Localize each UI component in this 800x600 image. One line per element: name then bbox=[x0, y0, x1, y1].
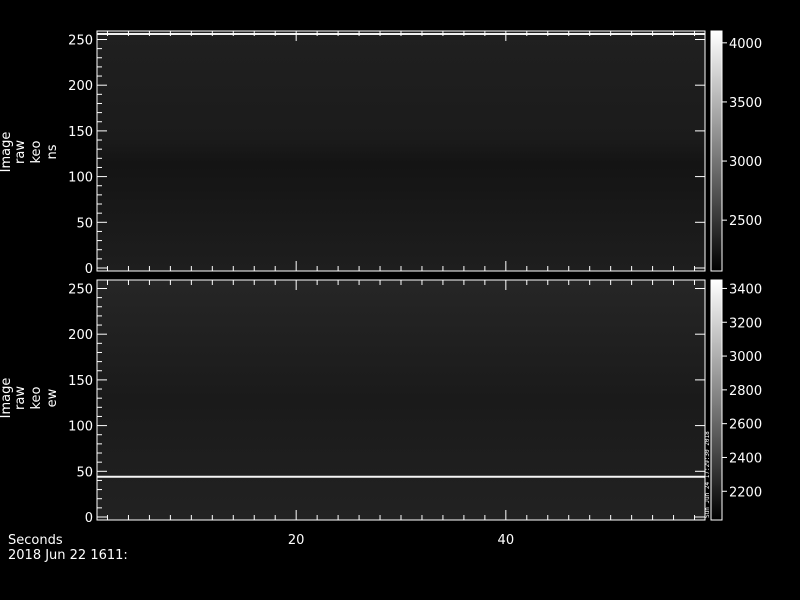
x-tick-label: 40 bbox=[498, 533, 515, 548]
colorbar-tick-label: 3400 bbox=[729, 282, 762, 297]
colorbar-tick-label: 3500 bbox=[729, 96, 762, 111]
y-tick-label: 150 bbox=[68, 125, 93, 140]
heatmap-ew bbox=[97, 280, 705, 520]
ylabel-line-2: raw bbox=[13, 140, 28, 164]
colorbar-tick-label: 2600 bbox=[729, 418, 762, 433]
y-tick-label: 0 bbox=[85, 511, 93, 526]
colorbar-tick-label: 2800 bbox=[729, 384, 762, 399]
colorbar-tick-label: 3000 bbox=[729, 155, 762, 170]
keogram-figure: 050100150200250 Image raw keo ns 2500300… bbox=[0, 30, 762, 563]
colorbar-tick-label: 2200 bbox=[729, 485, 762, 500]
ylabel-line-2: raw bbox=[13, 386, 28, 410]
panel-ns: 0 50 100 150 200 250 Image raw keo ns 2500 300… bbox=[0, 30, 762, 277]
ylabel-line-3: keo bbox=[29, 386, 44, 409]
panel-ew: 0 50 100 150 200 250 Image raw keo ew 2200 240… bbox=[0, 279, 762, 526]
x-tick-label: 20 bbox=[288, 533, 305, 548]
y-tick-label: 250 bbox=[68, 282, 93, 297]
heatmap-ns bbox=[97, 31, 705, 271]
ylabel-line-1: Image bbox=[0, 132, 14, 173]
ylabel-line-1: Image bbox=[0, 378, 14, 419]
y-tick-label: 100 bbox=[68, 420, 93, 435]
vertical-timestamp-note: Sun Jun 24 17:29:30 2018 bbox=[704, 431, 711, 518]
y-tick-label: 50 bbox=[76, 216, 93, 231]
colorbar-ew bbox=[710, 279, 723, 521]
colorbar-tick-label: 3200 bbox=[729, 316, 762, 331]
colorbar-tick-label: 2400 bbox=[729, 451, 762, 466]
y-tick-label: 0 bbox=[85, 262, 93, 277]
ylabel-ns: Image raw keo ns bbox=[0, 132, 60, 173]
y-tick-label: 200 bbox=[68, 328, 93, 343]
y-tick-label: 150 bbox=[68, 374, 93, 389]
ylabel-line-4: ew bbox=[45, 388, 60, 407]
date-label: 2018 Jun 22 1611: bbox=[8, 548, 128, 563]
ylabel-line-3: keo bbox=[29, 140, 44, 163]
y-tick-label: 200 bbox=[68, 79, 93, 94]
colorbar-tick-label: 4000 bbox=[729, 37, 762, 52]
colorbar-tick-label: 2500 bbox=[729, 214, 762, 229]
x-axis-label: Seconds bbox=[8, 533, 63, 548]
colorbar-tick-label: 3000 bbox=[729, 350, 762, 365]
y-tick-label: 250 bbox=[68, 33, 93, 48]
y-tick-label: 50 bbox=[76, 465, 93, 480]
y-tick-label: 100 bbox=[68, 171, 93, 186]
colorbar-ns bbox=[710, 30, 723, 272]
ylabel-line-4: ns bbox=[45, 144, 60, 159]
ylabel-ew: Image raw keo ew bbox=[0, 378, 60, 419]
